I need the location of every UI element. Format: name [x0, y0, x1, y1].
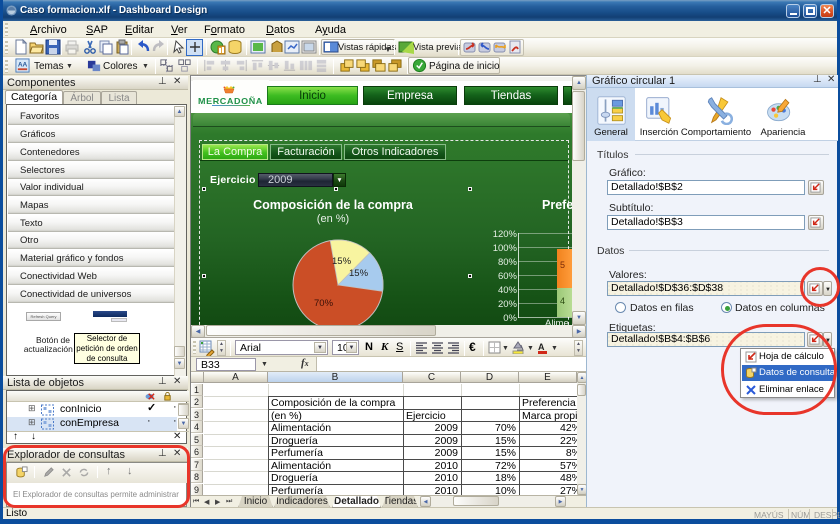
svg-text:A: A — [538, 342, 545, 352]
svg-text:AA: AA — [18, 61, 28, 68]
